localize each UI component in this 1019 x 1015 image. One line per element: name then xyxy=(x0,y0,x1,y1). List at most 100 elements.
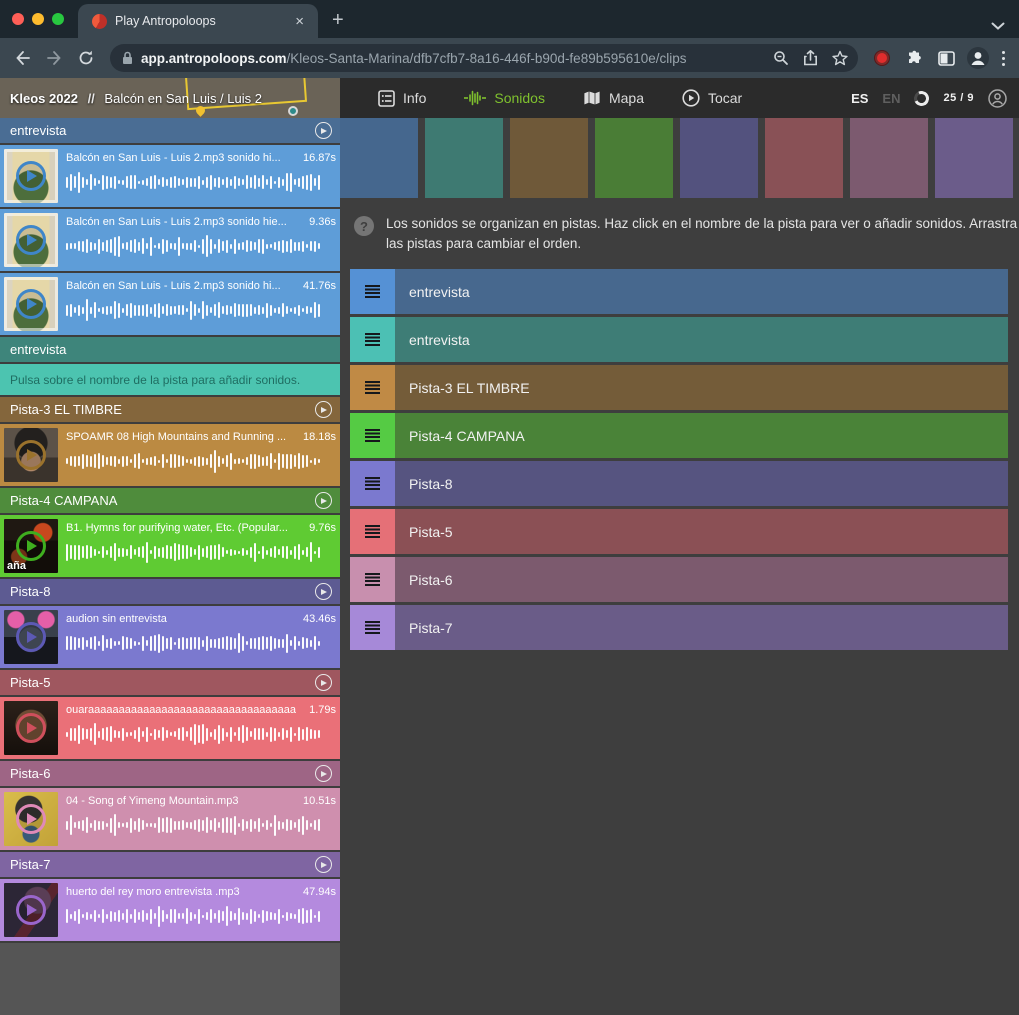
reload-button[interactable] xyxy=(72,44,100,72)
drag-handle[interactable] xyxy=(350,461,395,506)
bookmark-star-icon[interactable] xyxy=(832,50,848,66)
tab-close-icon[interactable]: × xyxy=(291,12,308,31)
track-row-body[interactable]: Pista-7 xyxy=(395,605,1008,650)
track-row-body[interactable]: entrevista xyxy=(395,317,1008,362)
track-color-swatch[interactable] xyxy=(680,118,758,198)
drag-handle[interactable] xyxy=(350,317,395,362)
drag-handle[interactable] xyxy=(350,509,395,554)
track-name: Pista-6 xyxy=(10,766,315,781)
clip-titlebar: audion sin entrevista43.46s xyxy=(66,613,336,625)
track-color-swatch[interactable] xyxy=(340,118,418,198)
forward-button[interactable] xyxy=(40,44,68,72)
clip-play-button[interactable] xyxy=(16,713,46,743)
tab-tocar[interactable]: Tocar xyxy=(682,89,742,107)
track-header[interactable]: Pista-6 xyxy=(0,761,340,786)
track-header[interactable]: Pista-5 xyxy=(0,670,340,695)
share-icon[interactable] xyxy=(803,50,818,66)
track-color-swatch[interactable] xyxy=(850,118,928,198)
url-bar[interactable]: app.antropoloops.com/Kleos-Santa-Marina/… xyxy=(110,44,858,72)
track-row[interactable]: entrevista xyxy=(350,317,1008,362)
clip-body: Balcón en San Luis - Luis 2.mp3 sonido h… xyxy=(66,213,336,267)
drag-handle[interactable] xyxy=(350,365,395,410)
track-play-button[interactable] xyxy=(315,765,332,782)
track-row-body[interactable]: Pista-3 EL TIMBRE xyxy=(395,365,1008,410)
drag-handle[interactable] xyxy=(350,557,395,602)
track-row-body[interactable]: entrevista xyxy=(395,269,1008,314)
back-button[interactable] xyxy=(8,44,36,72)
track-row-body[interactable]: Pista-8 xyxy=(395,461,1008,506)
maximize-window-button[interactable] xyxy=(52,13,64,25)
clip-play-button[interactable] xyxy=(16,225,46,255)
track-header[interactable]: Pista-3 EL TIMBRE xyxy=(0,397,340,422)
track-row[interactable]: Pista-8 xyxy=(350,461,1008,506)
track-color-swatch[interactable] xyxy=(595,118,673,198)
play-triangle-icon xyxy=(321,589,327,595)
clip-item[interactable]: 04 - Song of Yimeng Mountain.mp310.51s xyxy=(0,788,340,850)
clip-play-button[interactable] xyxy=(16,440,46,470)
clip-item[interactable]: ouaraaaaaaaaaaaaaaaaaaaaaaaaaaaaaaaaaaa.… xyxy=(0,697,340,759)
browser-tab[interactable]: Play Antropoloops × xyxy=(78,4,318,38)
track-play-button[interactable] xyxy=(315,674,332,691)
tab-info[interactable]: Info xyxy=(378,90,426,107)
clip-play-button[interactable] xyxy=(16,622,46,652)
clip-item[interactable]: Balcón en San Luis - Luis 2.mp3 sonido h… xyxy=(0,209,340,271)
clip-item[interactable]: audion sin entrevista43.46s xyxy=(0,606,340,668)
clip-play-button[interactable] xyxy=(16,895,46,925)
drag-handle[interactable] xyxy=(350,605,395,650)
track-play-button[interactable] xyxy=(315,856,332,873)
track-row[interactable]: Pista-4 CAMPANA xyxy=(350,413,1008,458)
loading-spinner-icon xyxy=(912,88,931,107)
lang-es-button[interactable]: ES xyxy=(851,91,868,106)
side-panel-icon[interactable] xyxy=(932,44,960,72)
tab-sonidos[interactable]: Sonidos xyxy=(464,90,545,106)
zoom-icon[interactable] xyxy=(773,50,789,66)
clip-item[interactable]: SPOAMR 08 High Mountains and Running ...… xyxy=(0,424,340,486)
tab-search-chevron-icon[interactable] xyxy=(991,22,1005,30)
account-icon[interactable] xyxy=(988,89,1007,108)
clips-sidebar: entrevistaBalcón en San Luis - Luis 2.mp… xyxy=(0,118,340,1015)
close-window-button[interactable] xyxy=(12,13,24,25)
track-row[interactable]: Pista-7 xyxy=(350,605,1008,650)
track-row-body[interactable]: Pista-4 CAMPANA xyxy=(395,413,1008,458)
browser-profile-avatar[interactable] xyxy=(964,44,992,72)
clip-play-button[interactable] xyxy=(16,804,46,834)
track-header[interactable]: entrevista xyxy=(0,118,340,143)
track-color-swatch[interactable] xyxy=(765,118,843,198)
lock-icon[interactable] xyxy=(122,51,133,65)
clip-play-button[interactable] xyxy=(16,289,46,319)
track-row[interactable]: Pista-6 xyxy=(350,557,1008,602)
clip-item[interactable]: Balcón en San Luis - Luis 2.mp3 sonido h… xyxy=(0,145,340,207)
track-row-body[interactable]: Pista-5 xyxy=(395,509,1008,554)
tab-mapa[interactable]: Mapa xyxy=(583,90,644,106)
track-play-button[interactable] xyxy=(315,122,332,139)
track-row-body[interactable]: Pista-6 xyxy=(395,557,1008,602)
track-header[interactable]: Pista-4 CAMPANA xyxy=(0,488,340,513)
lang-en-button[interactable]: EN xyxy=(882,91,900,106)
clip-duration: 43.46s xyxy=(299,613,336,625)
track-play-button[interactable] xyxy=(315,492,332,509)
clip-play-button[interactable] xyxy=(16,531,46,561)
track-header[interactable]: Pista-7 xyxy=(0,852,340,877)
track-color-swatch[interactable] xyxy=(935,118,1013,198)
browser-menu-icon[interactable] xyxy=(996,51,1011,66)
track-color-swatch[interactable] xyxy=(510,118,588,198)
track-name: Pista-5 xyxy=(10,675,315,690)
track-play-button[interactable] xyxy=(315,583,332,600)
track-row[interactable]: entrevista xyxy=(350,269,1008,314)
new-tab-button[interactable]: + xyxy=(318,9,358,38)
clip-item[interactable]: Balcón en San Luis - Luis 2.mp3 sonido h… xyxy=(0,273,340,335)
clip-play-button[interactable] xyxy=(16,161,46,191)
track-color-swatch[interactable] xyxy=(425,118,503,198)
drag-handle[interactable] xyxy=(350,269,395,314)
extensions-puzzle-icon[interactable] xyxy=(900,44,928,72)
drag-handle[interactable] xyxy=(350,413,395,458)
record-extension-icon[interactable] xyxy=(868,44,896,72)
minimize-window-button[interactable] xyxy=(32,13,44,25)
track-header[interactable]: entrevista xyxy=(0,337,340,362)
track-row[interactable]: Pista-5 xyxy=(350,509,1008,554)
track-header[interactable]: Pista-8 xyxy=(0,579,340,604)
clip-item[interactable]: huerto del rey moro entrevista .mp347.94… xyxy=(0,879,340,941)
track-row[interactable]: Pista-3 EL TIMBRE xyxy=(350,365,1008,410)
clip-item[interactable]: añaB1. Hymns for purifying water, Etc. (… xyxy=(0,515,340,577)
track-play-button[interactable] xyxy=(315,401,332,418)
